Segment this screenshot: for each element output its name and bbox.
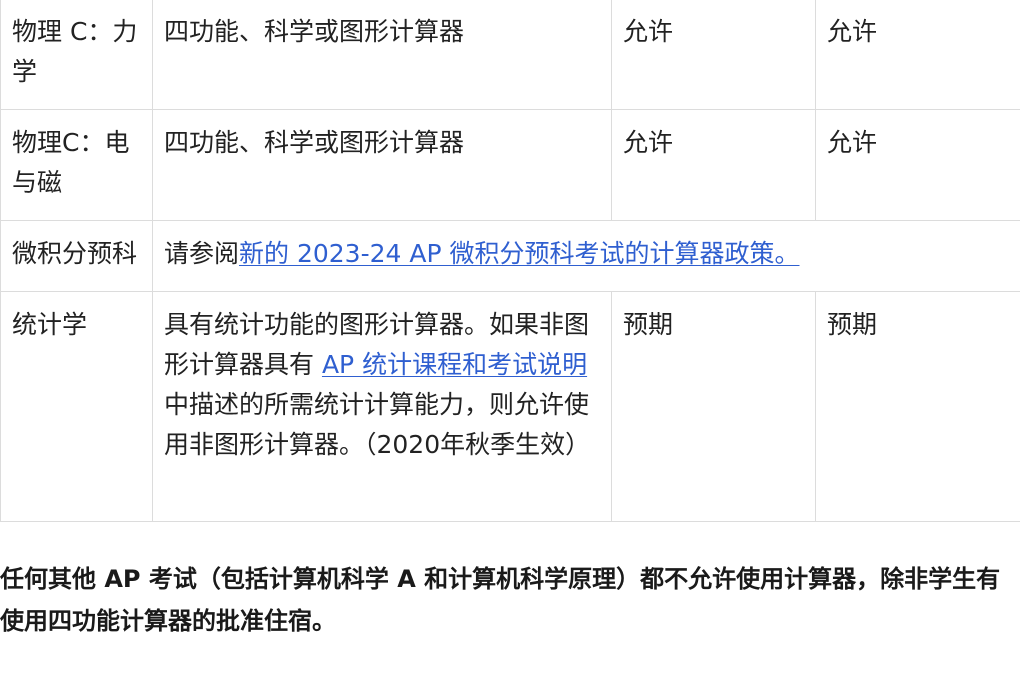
policy-cell: 预期: [815, 291, 1020, 522]
table-row: 微积分预科 请参阅新的 2023-24 AP 微积分预科考试的计算器政策。: [0, 220, 1020, 292]
table-row: 物理C：电与磁 四功能、科学或图形计算器 允许 允许: [0, 109, 1020, 221]
cell-text: 中描述的所需统计计算能力，则允许使用非图形计算器。（2020年秋季生效）: [164, 390, 591, 459]
calculator-type-cell: 四功能、科学或图形计算器: [152, 0, 612, 110]
calculator-type-cell: 四功能、科学或图形计算器: [152, 109, 612, 221]
statistics-course-description-link[interactable]: AP 统计课程和考试说明: [322, 350, 587, 379]
table-row: 物理 C：力学 四功能、科学或图形计算器 允许 允许: [0, 0, 1020, 110]
policy-cell: 允许: [611, 109, 816, 221]
subject-cell: 微积分预科: [0, 220, 153, 292]
policy-cell: 允许: [815, 0, 1020, 110]
calculator-restriction-note: 任何其他 AP 考试（包括计算机科学 A 和计算机科学原理）都不允许使用计算器，…: [0, 565, 1001, 635]
calculator-policy-table: 物理 C：力学 四功能、科学或图形计算器 允许 允许 物理C：电与磁 四功能、科…: [0, 0, 1020, 522]
policy-cell: 允许: [611, 0, 816, 110]
table-row: 统计学 具有统计功能的图形计算器。如果非图形计算器具有 AP 统计课程和考试说明…: [0, 291, 1020, 522]
subject-cell: 物理 C：力学: [0, 0, 153, 110]
policy-cell: 预期: [611, 291, 816, 522]
subject-cell: 物理C：电与磁: [0, 109, 153, 221]
cell-text: 请参阅: [164, 239, 240, 268]
policy-note-cell: 请参阅新的 2023-24 AP 微积分预科考试的计算器政策。: [152, 220, 1020, 292]
subject-cell: 统计学: [0, 291, 153, 522]
calculator-type-cell: 具有统计功能的图形计算器。如果非图形计算器具有 AP 统计课程和考试说明中描述的…: [152, 291, 612, 522]
policy-cell: 允许: [815, 109, 1020, 221]
precalculus-policy-link[interactable]: 新的 2023-24 AP 微积分预科考试的计算器政策。: [239, 239, 799, 268]
